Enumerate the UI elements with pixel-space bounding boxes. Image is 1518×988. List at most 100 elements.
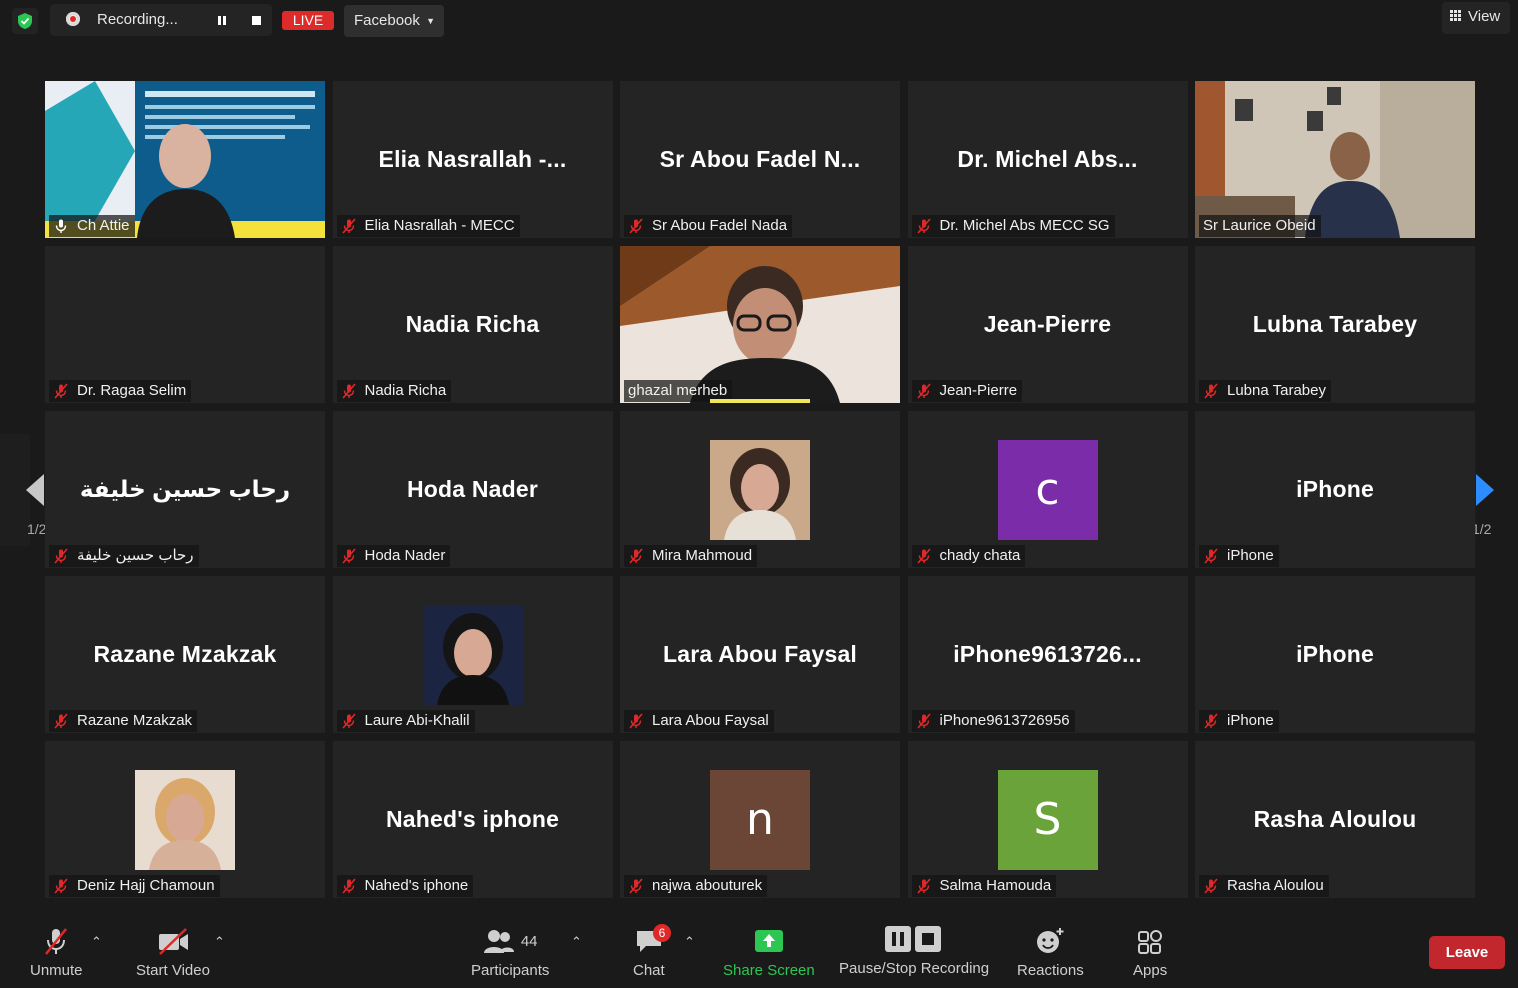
pause-recording-button[interactable] xyxy=(208,9,236,31)
video-off-icon xyxy=(158,928,188,955)
participant-name: Hoda Nader xyxy=(364,547,446,564)
participant-tile[interactable]: Dr. Michel Abs... Dr. Michel Abs MECC SG xyxy=(907,81,1188,238)
start-video-button[interactable]: Start Video xyxy=(136,926,210,979)
security-shield-icon[interactable] xyxy=(12,8,38,34)
video-options-caret-icon[interactable]: ⌃ xyxy=(214,934,225,950)
reactions-button[interactable]: Reactions xyxy=(1017,926,1084,979)
speaking-icon xyxy=(53,218,69,234)
participant-name-label: Nahed's iphone xyxy=(336,875,474,897)
participant-name: Razane Mzakzak xyxy=(77,712,193,729)
participant-tile[interactable]: iPhone iPhone xyxy=(1195,411,1475,568)
participants-label: Participants xyxy=(471,962,550,979)
participant-name-label: Laure Abi-Khalil xyxy=(336,710,475,732)
participant-tile[interactable]: ghazal merheb xyxy=(620,246,900,403)
participants-options-caret-icon[interactable]: ⌃ xyxy=(571,934,582,950)
participant-name-label: Elia Nasrallah - MECC xyxy=(336,215,520,237)
muted-mic-icon xyxy=(916,383,932,399)
start-video-label: Start Video xyxy=(136,962,210,979)
share-screen-icon xyxy=(754,930,783,952)
previous-page-button[interactable] xyxy=(0,434,44,546)
leave-button[interactable]: Leave xyxy=(1429,936,1505,969)
participant-name: رحاب حسين خليفة xyxy=(77,547,194,564)
participant-tile[interactable]: Lara Abou Faysal Lara Abou Faysal xyxy=(620,576,900,733)
participant-tile[interactable]: Lubna Tarabey Lubna Tarabey xyxy=(1195,246,1475,403)
participant-name-label: Sr Abou Fadel Nada xyxy=(624,215,793,237)
participant-tile[interactable]: Elia Nasrallah -... Elia Nasrallah - MECC xyxy=(332,81,613,238)
participant-name: najwa abouturek xyxy=(652,877,763,894)
participant-tile[interactable]: Sr Abou Fadel N... Sr Abou Fadel Nada xyxy=(620,81,900,238)
muted-mic-icon xyxy=(53,383,69,399)
participant-name: Jean-Pierre xyxy=(939,382,1018,399)
participant-name: Lara Abou Faysal xyxy=(652,712,769,729)
participant-tile[interactable]: Razane Mzakzak Razane Mzakzak xyxy=(45,576,325,733)
participant-name-label: Rasha Aloulou xyxy=(1199,875,1329,897)
muted-mic-icon xyxy=(1203,383,1219,399)
participant-tile[interactable]: Sr Laurice Obeid xyxy=(1195,81,1475,238)
pause-stop-recording-button[interactable]: Pause/Stop Recording xyxy=(839,924,989,977)
stream-target-label: Facebook xyxy=(354,12,420,29)
share-screen-label: Share Screen xyxy=(723,962,815,979)
muted-mic-icon xyxy=(916,548,932,564)
participant-name: iPhone xyxy=(1227,712,1274,729)
pause-stop-recording-label: Pause/Stop Recording xyxy=(839,960,990,977)
apps-button[interactable]: Apps xyxy=(1133,926,1167,979)
participants-button[interactable]: 44 Participants xyxy=(471,926,549,979)
participant-tile[interactable]: iPhone9613726... iPhone9613726956 xyxy=(907,576,1188,733)
stream-target-dropdown[interactable]: Facebook ▼ xyxy=(344,5,444,37)
chat-options-caret-icon[interactable]: ⌃ xyxy=(684,934,695,950)
participant-tile[interactable]: S Salma Hamouda xyxy=(907,741,1188,898)
muted-mic-icon xyxy=(341,218,357,234)
grid-view-icon xyxy=(1450,10,1462,22)
participant-name-label: Jean-Pierre xyxy=(911,380,1023,402)
participant-name: Sr Laurice Obeid xyxy=(1203,217,1316,234)
participant-tile[interactable]: Nadia Richa Nadia Richa xyxy=(332,246,613,403)
stop-recording-button[interactable] xyxy=(242,9,270,31)
muted-mic-icon xyxy=(628,878,644,894)
participant-tile[interactable]: رحاب حسين خليفة رحاب حسين خليفة xyxy=(45,411,325,568)
participant-tile[interactable]: Nahed's iphone Nahed's iphone xyxy=(332,741,613,898)
participant-tile[interactable]: Laure Abi-Khalil xyxy=(332,576,613,733)
muted-mic-icon xyxy=(53,878,69,894)
participant-tile[interactable]: Rasha Aloulou Rasha Aloulou xyxy=(1195,741,1475,898)
muted-microphone-icon xyxy=(45,928,68,955)
muted-mic-icon xyxy=(628,548,644,564)
pause-stop-recording-icon xyxy=(885,926,942,952)
participant-tile[interactable]: n najwa abouturek xyxy=(620,741,900,898)
audio-options-caret-icon[interactable]: ⌃ xyxy=(91,934,102,950)
participant-name: Elia Nasrallah - MECC xyxy=(364,217,515,234)
muted-mic-icon xyxy=(628,713,644,729)
participant-name: Dr. Ragaa Selim xyxy=(77,382,187,399)
unmute-button[interactable]: Unmute xyxy=(30,926,83,979)
apps-label: Apps xyxy=(1133,962,1168,979)
participant-name: Laure Abi-Khalil xyxy=(364,712,470,729)
participant-tile[interactable]: Jean-Pierre Jean-Pierre xyxy=(907,246,1188,403)
participant-name-label: iPhone xyxy=(1199,710,1279,732)
view-button[interactable]: View xyxy=(1442,2,1510,34)
participant-tile[interactable]: c chady chata xyxy=(907,411,1188,568)
muted-mic-icon xyxy=(916,878,932,894)
apps-icon xyxy=(1138,930,1163,954)
participant-name: Sr Abou Fadel Nada xyxy=(652,217,788,234)
participant-name-label: najwa abouturek xyxy=(624,875,768,897)
share-screen-button[interactable]: Share Screen xyxy=(723,926,815,979)
participant-name-label: رحاب حسين خليفة xyxy=(49,545,199,567)
muted-mic-icon xyxy=(53,713,69,729)
muted-mic-icon xyxy=(341,548,357,564)
participant-tile[interactable]: Ch Attie xyxy=(45,81,325,238)
participant-name: Lubna Tarabey xyxy=(1227,382,1326,399)
participant-name-label: Lubna Tarabey xyxy=(1199,380,1331,402)
participant-tile[interactable]: Mira Mahmoud xyxy=(620,411,900,568)
participant-name-label: Hoda Nader xyxy=(336,545,451,567)
participant-tile[interactable]: Dr. Ragaa Selim xyxy=(45,246,325,403)
participant-name-label: Sr Laurice Obeid xyxy=(1199,215,1321,237)
participant-tile[interactable]: iPhone iPhone xyxy=(1195,576,1475,733)
participant-tile[interactable]: Deniz Hajj Chamoun xyxy=(45,741,325,898)
participant-name: Nahed's iphone xyxy=(364,877,469,894)
gallery-grid: Ch Attie Elia Nasrallah -... Elia Nasralla… xyxy=(45,81,1475,898)
muted-mic-icon xyxy=(53,548,69,564)
muted-mic-icon xyxy=(628,218,644,234)
initial-avatar: c xyxy=(997,439,1098,540)
profile-photo xyxy=(135,769,235,870)
participant-tile[interactable]: Hoda Nader Hoda Nader xyxy=(332,411,613,568)
participant-name-label: Dr. Michel Abs MECC SG xyxy=(911,215,1115,237)
